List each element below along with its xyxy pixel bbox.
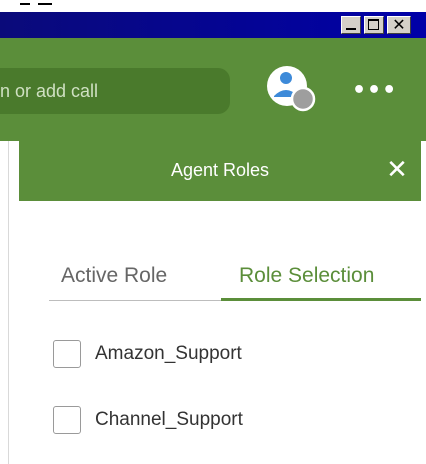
tab-active-role[interactable]: Active Role [61,264,167,288]
top-strip-mark [38,3,52,5]
search-input[interactable]: n or add call [0,68,230,114]
tab-role-selection[interactable]: Role Selection [239,264,374,288]
user-avatar-icon[interactable] [263,62,323,122]
top-strip-mark [20,3,30,5]
panel-header: Agent Roles ✕ [19,141,421,201]
top-strip [0,0,426,12]
panel-title: Agent Roles [170,160,270,180]
role-label: Amazon_Support [95,343,242,364]
maximize-icon [368,19,379,30]
minimize-icon [346,28,356,30]
close-icon[interactable]: ✕ [381,153,413,187]
tab-selected-indicator [221,298,421,301]
close-icon: ✕ [392,15,406,34]
window-minimize-button[interactable] [341,16,361,34]
agent-roles-panel: Agent Roles ✕ Active Role Role Selection… [8,141,426,464]
more-options-icon[interactable]: ••• [352,76,396,106]
role-checkbox[interactable] [53,340,81,368]
role-label: Channel_Support [95,409,243,430]
window-maximize-button[interactable] [364,16,384,34]
search-placeholder: n or add call [0,81,99,101]
role-item-amazon-support[interactable]: Amazon_Support [53,337,353,373]
role-tabs: Active Role Role Selection [49,256,421,306]
window-close-button[interactable]: ✕ [387,16,411,34]
role-checkbox[interactable] [53,406,81,434]
app-header: n or add call ••• [0,38,426,141]
window-titlebar [0,12,426,38]
role-item-channel-support[interactable]: Channel_Support [53,403,353,439]
